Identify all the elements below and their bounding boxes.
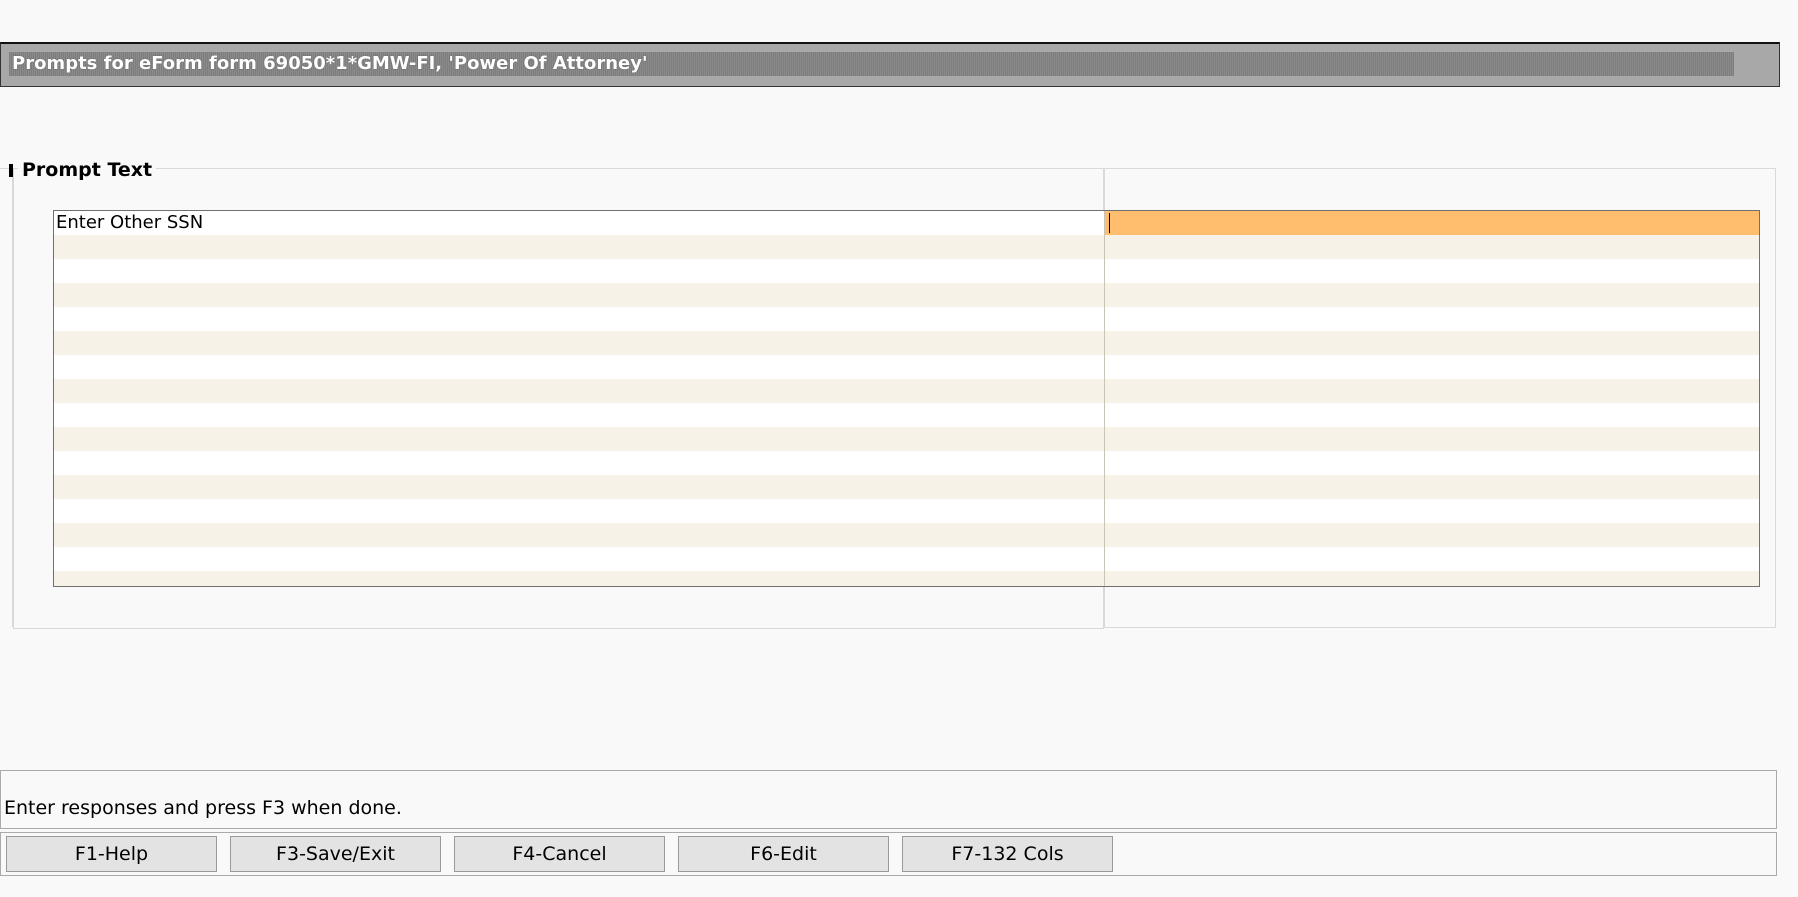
function-key-bar: F1-Help F3-Save/Exit F4-Cancel F6-Edit F… [0,832,1777,876]
grid-row [54,499,1759,523]
title-bar: Prompts for eForm form 69050*1*GMW-FI, '… [0,42,1780,87]
grid-row [54,307,1759,331]
grid-row [54,355,1759,379]
title-bar-inner: Prompts for eForm form 69050*1*GMW-FI, '… [9,52,1734,76]
grid-row [54,547,1759,571]
group-marker [9,164,13,177]
f4-cancel-button[interactable]: F4-Cancel [454,836,665,872]
f7-132-cols-button[interactable]: F7-132 Cols [902,836,1113,872]
f1-help-button[interactable]: F1-Help [6,836,217,872]
grid-row [54,403,1759,427]
prompt-text-cell: Enter Other SSN [56,212,204,233]
column-divider [1104,211,1105,586]
grid-row [54,475,1759,499]
grid-row [54,379,1759,403]
grid-row [54,331,1759,355]
text-caret [1109,213,1110,233]
grid-row [54,571,1759,586]
grid-row [54,523,1759,547]
status-message: Enter responses and press F3 when done. [4,797,402,819]
prompt-grid: Enter Other SSN [53,210,1760,587]
group-label: Prompt Text [18,158,157,182]
window-title: Prompts for eForm form 69050*1*GMW-FI, '… [12,53,648,74]
grid-row [54,451,1759,475]
f3-save-exit-button[interactable]: F3-Save/Exit [230,836,441,872]
f6-edit-button[interactable]: F6-Edit [678,836,889,872]
grid-row [54,283,1759,307]
grid-row [54,427,1759,451]
grid-row [54,259,1759,283]
response-input[interactable] [1105,211,1759,235]
status-area: Enter responses and press F3 when done. [0,770,1777,829]
group-frame-left [0,168,13,627]
grid-row [54,235,1759,259]
